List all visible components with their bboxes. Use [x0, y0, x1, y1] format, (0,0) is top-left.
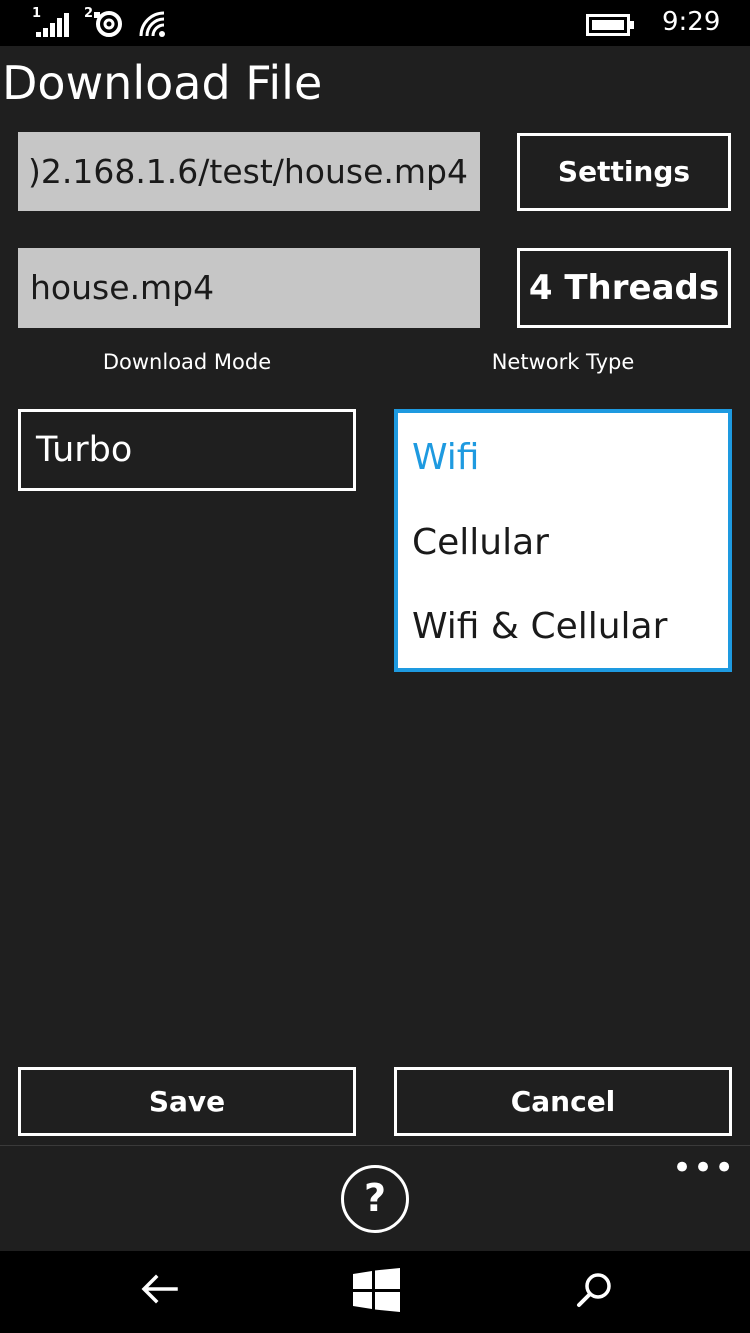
more-options-icon[interactable]: •••: [672, 1151, 734, 1185]
help-button[interactable]: ?: [341, 1165, 409, 1233]
sim1-signal-icon: 1: [32, 6, 76, 42]
wifi-icon: [138, 10, 170, 42]
url-input-text: )2.168.1.6/test/house.mp4: [27, 152, 468, 191]
windows-start-icon[interactable]: [353, 1268, 401, 1316]
save-button[interactable]: Save: [18, 1067, 356, 1136]
network-option-wifi-cellular[interactable]: Wifi & Cellular: [412, 606, 667, 647]
cancel-button[interactable]: Cancel: [394, 1067, 732, 1136]
network-type-picker[interactable]: Wifi Cellular Wifi & Cellular: [394, 409, 732, 672]
back-arrow-icon[interactable]: [140, 1273, 178, 1309]
url-input[interactable]: )2.168.1.6/test/house.mp4: [18, 132, 480, 211]
status-bar: 1 2 9:29: [0, 0, 750, 46]
help-icon: ?: [363, 1176, 387, 1220]
sim2-sync-icon: 2: [84, 6, 126, 42]
navigation-bar: [0, 1251, 750, 1333]
network-type-label: Network Type: [491, 350, 635, 374]
sim1-label: 1: [32, 6, 42, 21]
page-title: Download File: [2, 56, 323, 110]
download-mode-select[interactable]: Turbo: [18, 409, 356, 491]
battery-icon: [586, 14, 636, 40]
app-bar: ? •••: [0, 1145, 750, 1252]
filename-input[interactable]: house.mp4: [18, 248, 480, 328]
clock: 9:29: [662, 7, 721, 37]
network-option-wifi[interactable]: Wifi: [412, 437, 479, 478]
search-icon[interactable]: [576, 1271, 614, 1313]
threads-button[interactable]: 4 Threads: [517, 248, 731, 328]
download-mode-label: Download Mode: [102, 350, 272, 374]
settings-button[interactable]: Settings: [517, 133, 731, 211]
network-option-cellular[interactable]: Cellular: [412, 522, 549, 563]
sim2-label: 2: [84, 6, 94, 21]
